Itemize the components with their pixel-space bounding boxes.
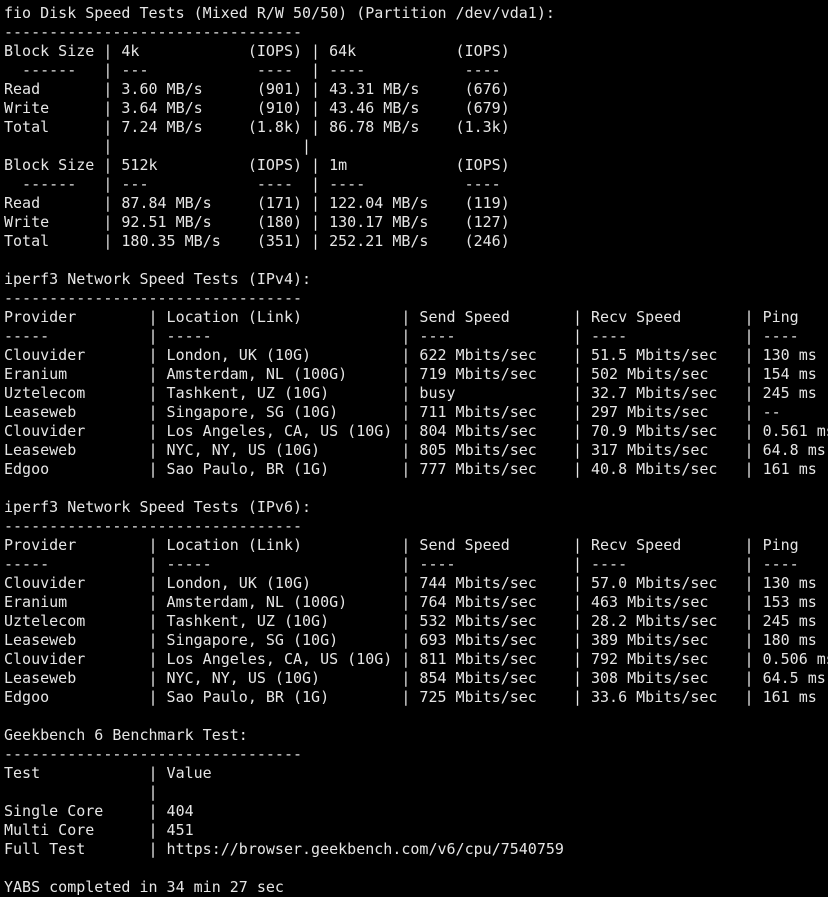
- separator: ---------------------------------: [4, 745, 303, 763]
- blank: [4, 479, 828, 498]
- table-row: Full Test | https://browser.geekbench.co…: [4, 840, 564, 858]
- table-row: Leaseweb | NYC, NY, US (10G) | 805 Mbits…: [4, 441, 826, 459]
- section-title: iperf3 Network Speed Tests (IPv4):: [4, 270, 312, 288]
- table-row: Eranium | Amsterdam, NL (100G) | 764 Mbi…: [4, 593, 817, 611]
- separator: ---------------------------------: [4, 23, 303, 41]
- section-title: Geekbench 6 Benchmark Test:: [4, 726, 248, 744]
- table-row: Uztelecom | Tashkent, UZ (10G) | 532 Mbi…: [4, 612, 817, 630]
- table-divider: ----- | ----- | ---- | ---- | ----: [4, 327, 799, 345]
- spacer-row: | |: [4, 137, 312, 155]
- section-title: iperf3 Network Speed Tests (IPv6):: [4, 498, 312, 516]
- separator: ---------------------------------: [4, 289, 303, 307]
- table-row: Total | 180.35 MB/s (351) | 252.21 MB/s …: [4, 232, 510, 250]
- table-row: Eranium | Amsterdam, NL (100G) | 719 Mbi…: [4, 365, 817, 383]
- table-divider: ------ | --- ---- | ---- ----: [4, 175, 501, 193]
- table-header: Provider | Location (Link) | Send Speed …: [4, 308, 799, 326]
- table-row: Clouvider | London, UK (10G) | 622 Mbits…: [4, 346, 817, 364]
- table-divider: ----- | ----- | ---- | ---- | ----: [4, 555, 799, 573]
- table-header: Test | Value: [4, 764, 212, 782]
- table-row: Single Core | 404: [4, 802, 194, 820]
- table-header: Provider | Location (Link) | Send Speed …: [4, 536, 799, 554]
- terminal-output: fio Disk Speed Tests (Mixed R/W 50/50) (…: [4, 4, 828, 897]
- section-title: fio Disk Speed Tests (Mixed R/W 50/50) (…: [4, 4, 555, 22]
- table-divider: ------ | --- ---- | ---- ----: [4, 61, 501, 79]
- table-row: Uztelecom | Tashkent, UZ (10G) | busy | …: [4, 384, 817, 402]
- table-row: Edgoo | Sao Paulo, BR (1G) | 777 Mbits/s…: [4, 460, 817, 478]
- blank: [4, 251, 828, 270]
- table-row: Read | 87.84 MB/s (171) | 122.04 MB/s (1…: [4, 194, 510, 212]
- table-row: Leaseweb | Singapore, SG (10G) | 711 Mbi…: [4, 403, 781, 421]
- table-row: Leaseweb | Singapore, SG (10G) | 693 Mbi…: [4, 631, 817, 649]
- table-row: Edgoo | Sao Paulo, BR (1G) | 725 Mbits/s…: [4, 688, 817, 706]
- separator: ---------------------------------: [4, 517, 303, 535]
- table-row: Read | 3.60 MB/s (901) | 43.31 MB/s (676…: [4, 80, 510, 98]
- table-row: Clouvider | Los Angeles, CA, US (10G) | …: [4, 650, 828, 668]
- blank: [4, 859, 828, 878]
- table-row: Write | 92.51 MB/s (180) | 130.17 MB/s (…: [4, 213, 510, 231]
- table-row: Clouvider | Los Angeles, CA, US (10G) | …: [4, 422, 828, 440]
- table-header: Block Size | 512k (IOPS) | 1m (IOPS): [4, 156, 510, 174]
- table-row: Clouvider | London, UK (10G) | 744 Mbits…: [4, 574, 817, 592]
- table-row: Multi Core | 451: [4, 821, 194, 839]
- blank: [4, 707, 828, 726]
- table-row: Total | 7.24 MB/s (1.8k) | 86.78 MB/s (1…: [4, 118, 510, 136]
- footer-status: YABS completed in 34 min 27 sec: [4, 878, 284, 896]
- table-row: Write | 3.64 MB/s (910) | 43.46 MB/s (67…: [4, 99, 510, 117]
- table-header: Block Size | 4k (IOPS) | 64k (IOPS): [4, 42, 510, 60]
- table-row: Leaseweb | NYC, NY, US (10G) | 854 Mbits…: [4, 669, 826, 687]
- table-divider: |: [4, 783, 158, 801]
